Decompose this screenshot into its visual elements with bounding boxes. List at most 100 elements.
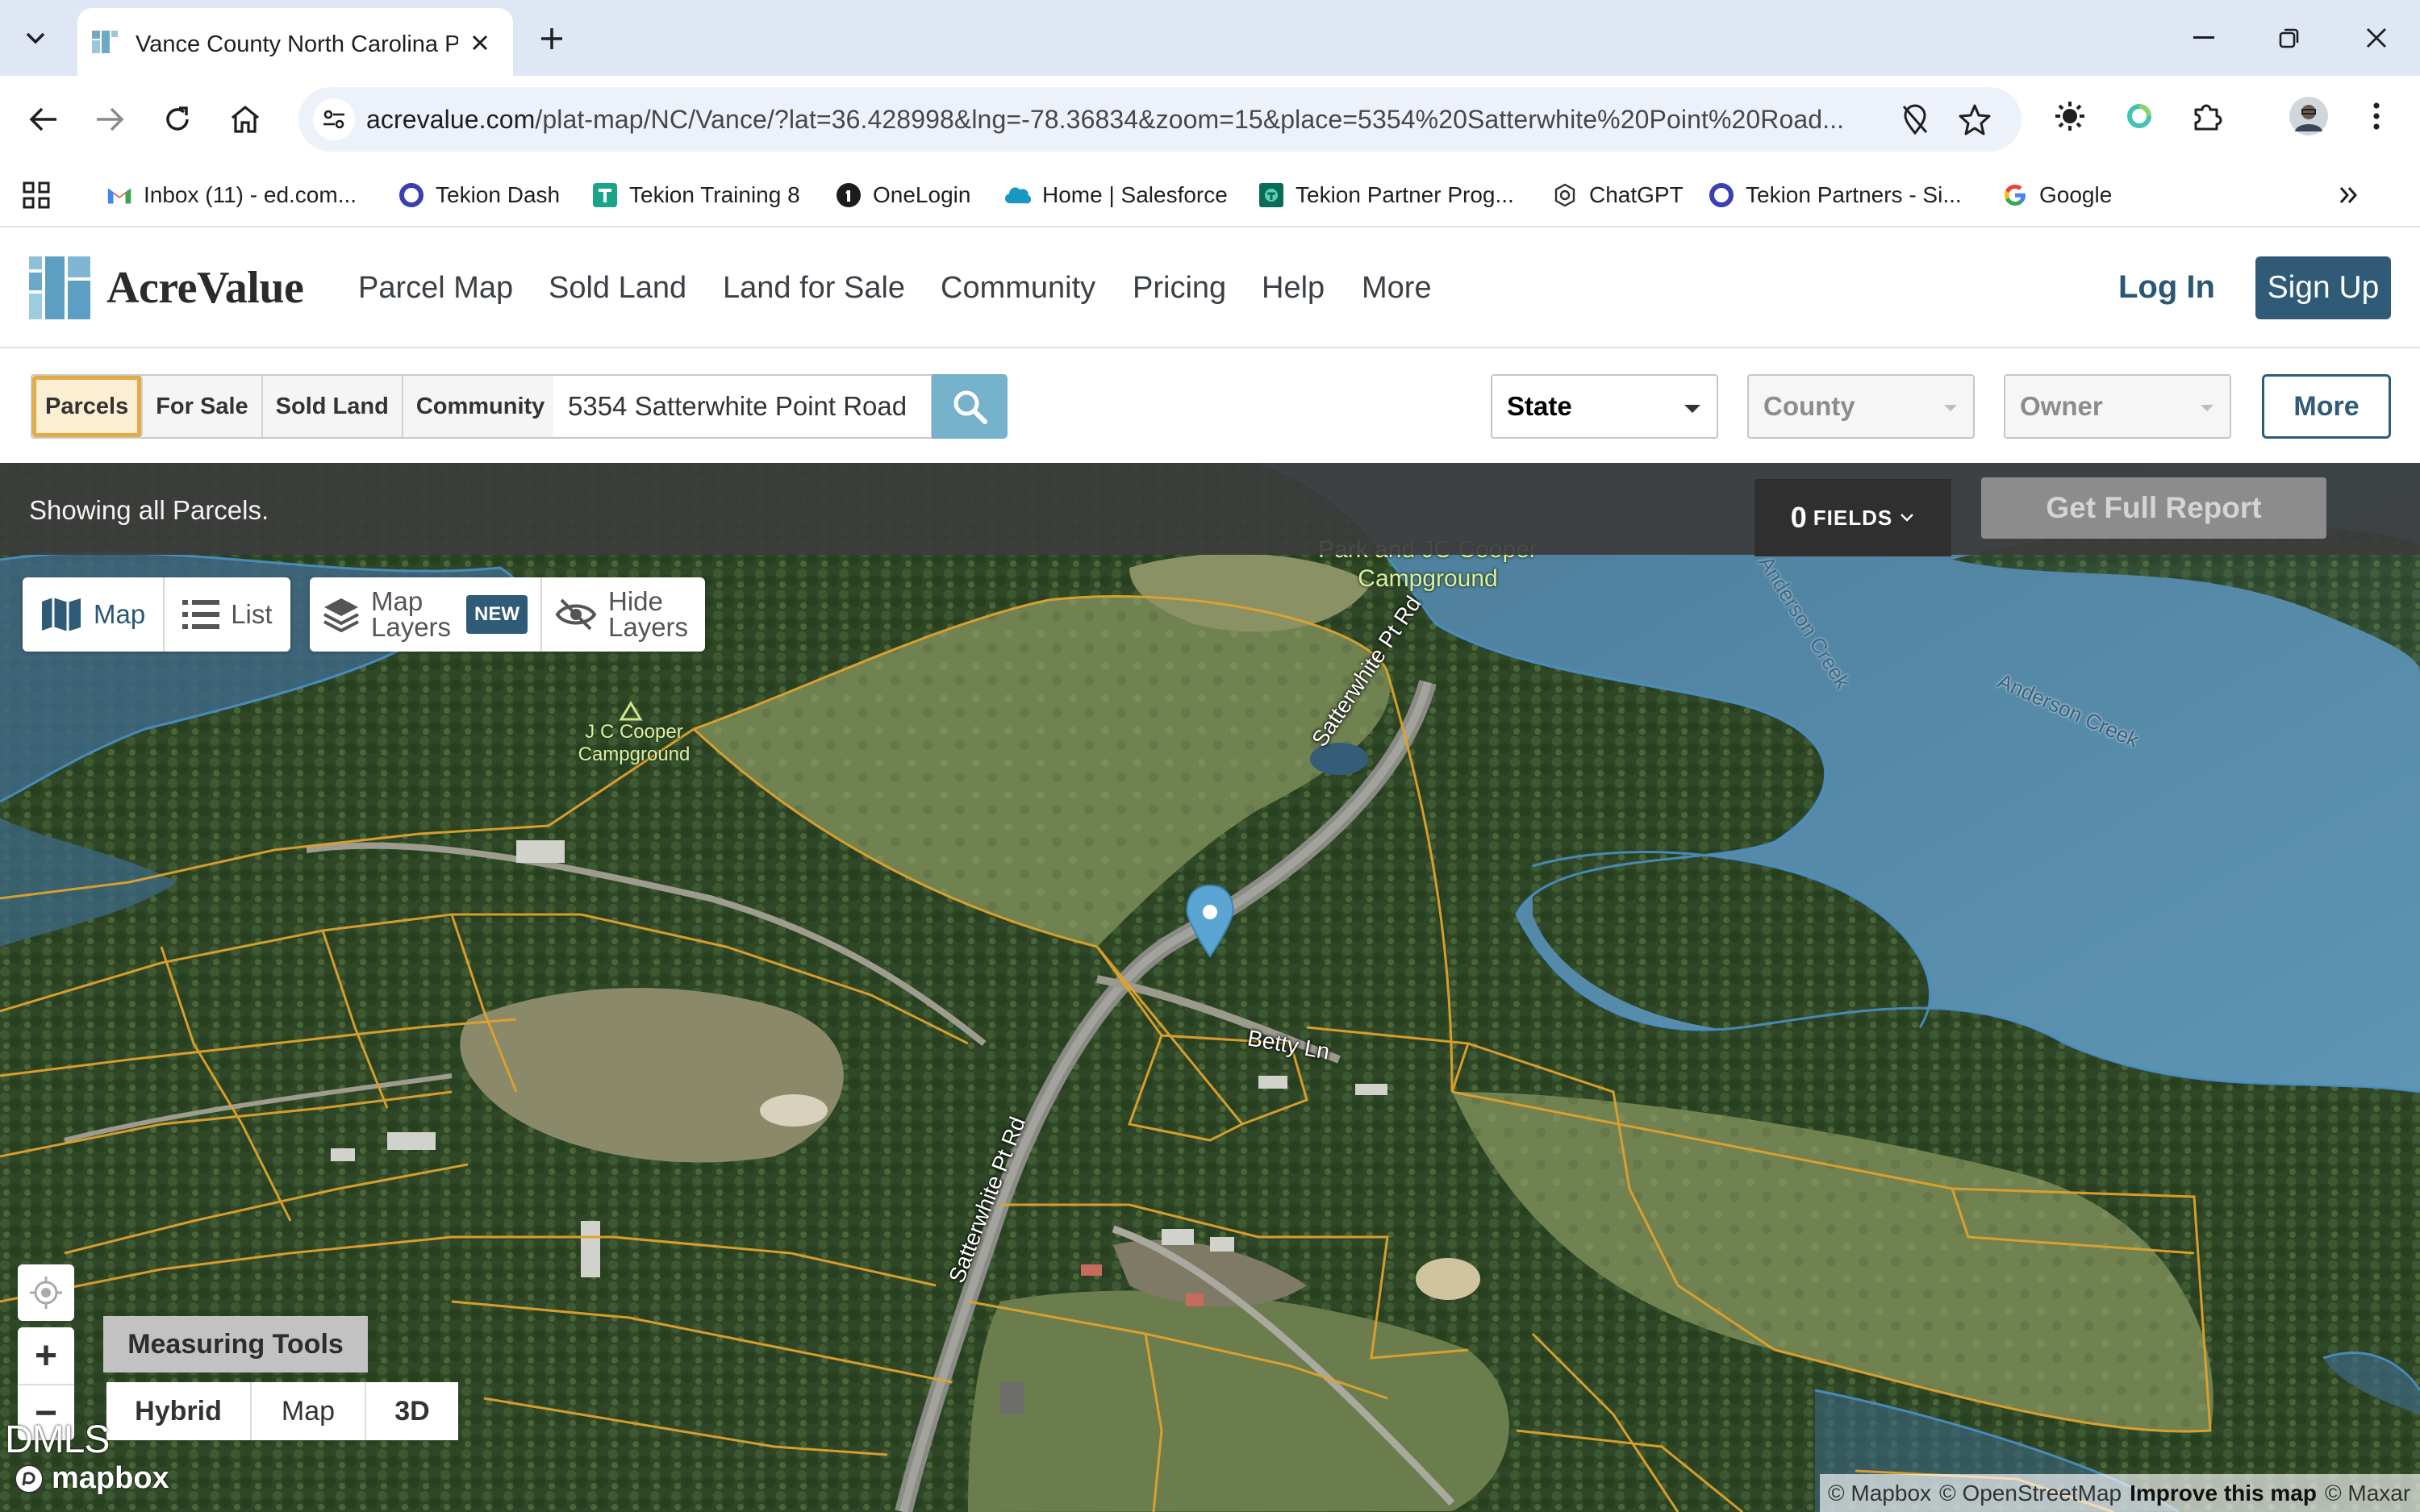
- tab-sold-land[interactable]: Sold Land: [262, 376, 403, 437]
- bookmark-tekion-partner[interactable]: Tekion Partner Prog...: [1258, 176, 1514, 215]
- attribution-osm-link[interactable]: © OpenStreetMap: [1939, 1481, 2122, 1506]
- measuring-tools-button[interactable]: Measuring Tools: [103, 1316, 368, 1372]
- nav-land-for-sale[interactable]: Land for Sale: [723, 271, 905, 306]
- style-hybrid-button[interactable]: Hybrid: [106, 1382, 250, 1440]
- caret-down-icon: [1944, 405, 1957, 411]
- profile-avatar[interactable]: [2288, 95, 2330, 137]
- bookmark-tekion-dash[interactable]: Tekion Dash: [398, 176, 560, 215]
- address-search-input[interactable]: [553, 374, 933, 439]
- owner-dropdown[interactable]: Owner: [2004, 374, 2231, 439]
- style-map-button[interactable]: Map: [250, 1382, 365, 1440]
- browser-tab-bar: Vance County North Carolina Pl: [0, 0, 2420, 76]
- home-icon[interactable]: [221, 95, 269, 144]
- attribution-mapbox-link[interactable]: © Mapbox: [1828, 1481, 1931, 1506]
- nav-community[interactable]: Community: [941, 271, 1095, 306]
- tab-parcels[interactable]: Parcels: [32, 376, 144, 437]
- county-dropdown[interactable]: County: [1747, 374, 1975, 439]
- style-3d-button[interactable]: 3D: [365, 1382, 458, 1440]
- dmls-watermark: DMLS: [5, 1418, 110, 1461]
- search-button[interactable]: [932, 374, 1008, 439]
- map-view-label: Map: [94, 599, 146, 629]
- tab-search-button[interactable]: [15, 19, 56, 56]
- layer-tabs: Parcels For Sale Sold Land Community: [31, 374, 560, 439]
- nav-sold-land[interactable]: Sold Land: [549, 271, 686, 306]
- map-layers-button[interactable]: Map Layers NEW: [310, 577, 540, 652]
- reload-icon[interactable]: [153, 95, 202, 144]
- more-filters-button[interactable]: More: [2262, 374, 2391, 439]
- tekion-ring-icon: [1709, 182, 1734, 208]
- parcel-map[interactable]: Satterwhite Pt Rd Satterwhite Pt Rd Bett…: [0, 463, 2420, 1512]
- bookmark-google[interactable]: Google: [2002, 176, 2112, 215]
- map-fold-icon: [42, 598, 81, 631]
- chatgpt-icon: [1552, 182, 1578, 208]
- forward-arrow-icon[interactable]: [86, 95, 134, 144]
- apps-grid-icon[interactable]: [23, 176, 50, 215]
- new-tab-plus-icon[interactable]: [532, 19, 571, 58]
- chevron-down-icon: [26, 32, 45, 44]
- url-host: acrevalue.com: [366, 105, 536, 134]
- fields-selector-button[interactable]: 0 FIELDS: [1754, 479, 1951, 556]
- tab-community[interactable]: Community: [403, 376, 558, 437]
- browser-tab-active[interactable]: Vance County North Carolina Pl: [77, 8, 513, 76]
- tab-for-sale[interactable]: For Sale: [143, 376, 263, 437]
- nav-more[interactable]: More: [1362, 271, 1432, 306]
- back-arrow-icon[interactable]: [19, 95, 68, 144]
- browser-toolbar: acrevalue.com/plat-map/NC/Vance/?lat=36.…: [0, 76, 2420, 163]
- get-full-report-button[interactable]: Get Full Report: [1981, 477, 2326, 539]
- extension-ring-icon[interactable]: [2118, 95, 2160, 137]
- bookmark-tekion-partners[interactable]: Tekion Partners - Si...: [1709, 176, 1962, 215]
- tab-title: Vance County North Carolina Pl: [136, 31, 458, 57]
- nav-pricing[interactable]: Pricing: [1133, 271, 1226, 306]
- browser-menu-icon[interactable]: [2355, 95, 2397, 137]
- bookmark-label: OneLogin: [873, 182, 971, 207]
- gmail-icon: [106, 182, 132, 208]
- address-bar[interactable]: acrevalue.com/plat-map/NC/Vance/?lat=36.…: [298, 87, 2022, 152]
- bookmark-gmail[interactable]: Inbox (11) - ed.com...: [106, 176, 357, 215]
- acrevalue-favicon-icon: [89, 26, 121, 58]
- caret-down-icon: [2201, 405, 2213, 411]
- geolocate-button[interactable]: [18, 1264, 74, 1321]
- tekion-training-icon: [592, 182, 618, 208]
- close-window-icon[interactable]: [2352, 16, 2401, 60]
- map-layers-label: Map Layers: [371, 586, 452, 642]
- minimize-window-icon[interactable]: [2180, 16, 2228, 60]
- site-info-tune-icon[interactable]: [313, 98, 355, 140]
- nav-parcel-map[interactable]: Parcel Map: [358, 271, 513, 306]
- url-text[interactable]: acrevalue.com/plat-map/NC/Vance/?lat=36.…: [366, 105, 1883, 135]
- location-off-icon[interactable]: [1896, 100, 1934, 139]
- county-dropdown-label: County: [1763, 391, 1855, 421]
- nav-help[interactable]: Help: [1262, 271, 1325, 306]
- bookmark-chatgpt[interactable]: ChatGPT: [1552, 176, 1684, 215]
- extensions-puzzle-icon[interactable]: [2186, 95, 2228, 137]
- tekion-ring-icon: [398, 182, 424, 208]
- owner-dropdown-label: Owner: [2020, 391, 2103, 421]
- signup-button[interactable]: Sign Up: [2255, 256, 2391, 319]
- login-link[interactable]: Log In: [2118, 269, 2215, 306]
- url-path: /plat-map/NC/Vance/?lat=36.428998&lng=-7…: [535, 105, 1845, 134]
- bookmark-onelogin[interactable]: OneLogin: [836, 176, 970, 215]
- mapbox-logo[interactable]: mapbox: [13, 1461, 169, 1496]
- chevron-down-icon: [1901, 514, 1914, 522]
- extension-sun-icon[interactable]: [2049, 95, 2091, 137]
- restore-window-icon[interactable]: [2265, 16, 2314, 60]
- bookmark-salesforce[interactable]: Home | Salesforce: [1005, 176, 1228, 215]
- bookmark-label: Tekion Partners - Si...: [1746, 182, 1962, 207]
- list-view-button[interactable]: List: [163, 577, 290, 652]
- list-icon: [182, 600, 220, 629]
- bookmarks-overflow-icon[interactable]: [2338, 176, 2359, 215]
- results-status-bar: Showing all Parcels. 0 FIELDS Get Full R…: [0, 463, 2420, 556]
- map-view-button[interactable]: Map: [23, 577, 163, 652]
- hide-layers-button[interactable]: Hide Layers: [540, 577, 705, 652]
- brand-name: AcreValue: [106, 263, 304, 313]
- view-toggle: Map List: [23, 577, 290, 652]
- acrevalue-header: AcreValue Parcel Map Sold Land Land for …: [0, 227, 2420, 348]
- close-tab-icon[interactable]: [463, 26, 497, 60]
- zoom-in-plus-icon[interactable]: +: [18, 1327, 74, 1384]
- fields-label: FIELDS: [1813, 505, 1893, 530]
- state-dropdown[interactable]: State: [1491, 374, 1718, 439]
- bookmark-tekion-training[interactable]: Tekion Training 8: [592, 176, 800, 215]
- bookmark-star-icon[interactable]: [1955, 100, 1994, 139]
- acrevalue-logo[interactable]: AcreValue: [29, 256, 304, 319]
- attribution-maxar-link[interactable]: © Maxar: [2325, 1481, 2410, 1506]
- improve-map-link[interactable]: Improve this map: [2130, 1481, 2317, 1506]
